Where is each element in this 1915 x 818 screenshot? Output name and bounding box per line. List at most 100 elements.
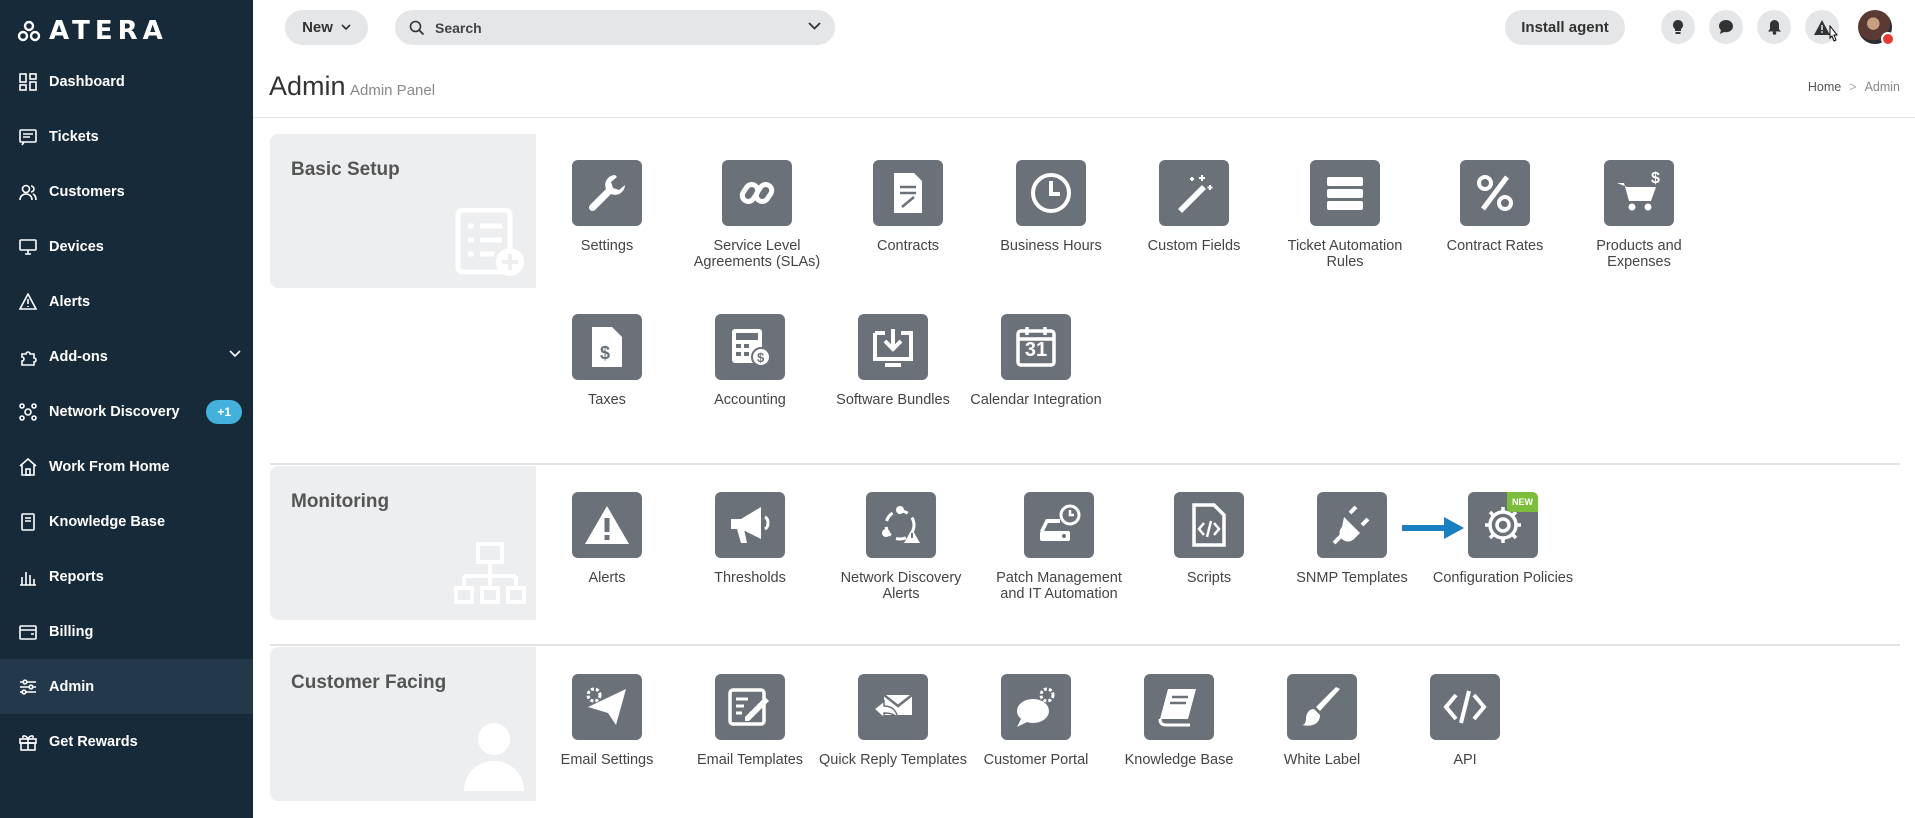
search-placeholder: Search bbox=[435, 19, 482, 36]
breadcrumb-home[interactable]: Home bbox=[1808, 80, 1841, 94]
sidebar-item-devices[interactable]: Devices bbox=[0, 219, 253, 274]
tile-label: Patch Management and IT Automation bbox=[996, 570, 1122, 602]
install-agent-button[interactable]: Install agent bbox=[1505, 10, 1625, 45]
sidebar-item-tickets[interactable]: Tickets bbox=[0, 109, 253, 164]
chat-icon[interactable] bbox=[1709, 10, 1743, 44]
billing-icon bbox=[18, 622, 38, 642]
tile-email-settings[interactable]: Email Settings bbox=[532, 674, 682, 768]
user-silhouette-icon bbox=[464, 723, 524, 791]
tile-ticket-automation-rules[interactable]: Ticket Automation Rules bbox=[1270, 160, 1420, 270]
sidebar-item-reports[interactable]: Reports bbox=[0, 549, 253, 604]
calendar-icon: 31 bbox=[1001, 314, 1071, 380]
tile-taxes[interactable]: $ Taxes bbox=[532, 314, 682, 408]
tile-calendar-integration[interactable]: 31 Calendar Integration bbox=[961, 314, 1111, 408]
clock-icon bbox=[1016, 160, 1086, 226]
sidebar-item-admin[interactable]: Admin bbox=[0, 659, 253, 714]
tile-label: White Label bbox=[1283, 752, 1361, 768]
tile-contracts[interactable]: Contracts bbox=[833, 160, 983, 254]
tile-custom-fields[interactable]: Custom Fields bbox=[1119, 160, 1269, 254]
sidebar-item-label: Reports bbox=[49, 568, 104, 585]
tile-accounting[interactable]: $ Accounting bbox=[675, 314, 825, 408]
sidebar-item-work-from-home[interactable]: Work From Home bbox=[0, 439, 253, 494]
section-title: Monitoring bbox=[291, 491, 390, 512]
tile-slas[interactable]: Service Level Agreements (SLAs) bbox=[682, 160, 832, 270]
section-title: Customer Facing bbox=[291, 672, 447, 693]
sidebar-item-billing[interactable]: Billing bbox=[0, 604, 253, 659]
megaphone-icon bbox=[715, 492, 785, 558]
avatar[interactable] bbox=[1858, 10, 1895, 46]
chevron-down-icon[interactable] bbox=[808, 22, 821, 31]
svg-text:$: $ bbox=[1651, 171, 1660, 187]
chevron-down-icon[interactable] bbox=[229, 350, 241, 358]
link-icon bbox=[722, 160, 792, 226]
tile-label: Network Discovery Alerts bbox=[840, 570, 962, 602]
tile-label: Products and Expenses bbox=[1596, 238, 1682, 270]
section-basic-setup: Basic Setup bbox=[270, 134, 536, 288]
brand-name: ATERA bbox=[49, 16, 168, 46]
tile-white-label[interactable]: White Label bbox=[1247, 674, 1397, 768]
sidebar-item-alerts[interactable]: Alerts bbox=[0, 274, 253, 329]
sidebar-item-label: Customers bbox=[49, 183, 125, 200]
atera-logo[interactable]: ATERA bbox=[17, 16, 168, 46]
reports-icon bbox=[18, 567, 38, 587]
sidebar-item-label: Get Rewards bbox=[49, 733, 138, 750]
calculator-icon: $ bbox=[715, 314, 785, 380]
sidebar-item-get-rewards[interactable]: Get Rewards bbox=[0, 714, 253, 769]
tile-label: Quick Reply Templates bbox=[818, 752, 968, 768]
calendar-day: 31 bbox=[1024, 339, 1048, 361]
tile-customer-portal[interactable]: Customer Portal bbox=[961, 674, 1111, 768]
home-icon bbox=[18, 457, 38, 477]
sidebar-item-knowledge-base[interactable]: Knowledge Base bbox=[0, 494, 253, 549]
tile-contract-rates[interactable]: Contract Rates bbox=[1420, 160, 1570, 254]
svg-text:$: $ bbox=[600, 343, 610, 363]
tile-label: Customer Portal bbox=[983, 752, 1089, 768]
sidebar-item-label: Network Discovery bbox=[49, 403, 180, 420]
tile-products-and-expenses[interactable]: $ Products and Expenses bbox=[1564, 160, 1714, 270]
section-monitoring: Monitoring bbox=[270, 466, 536, 620]
tile-thresholds[interactable]: Thresholds bbox=[675, 492, 825, 586]
patch-drive-icon bbox=[1024, 492, 1094, 558]
tile-quick-reply-templates[interactable]: Quick Reply Templates bbox=[818, 674, 968, 768]
breadcrumb: Home > Admin bbox=[1808, 80, 1900, 94]
server-rules-icon bbox=[1310, 160, 1380, 226]
sidebar-item-dashboard[interactable]: Dashboard bbox=[0, 54, 253, 109]
divider bbox=[270, 644, 1900, 646]
sidebar-item-customers[interactable]: Customers bbox=[0, 164, 253, 219]
tax-file-icon: $ bbox=[572, 314, 642, 380]
sidebar-item-network-discovery[interactable]: Network Discovery +1 bbox=[0, 384, 253, 439]
sidebar-item-label: Add-ons bbox=[49, 348, 108, 365]
sidebar-item-label: Alerts bbox=[49, 293, 91, 310]
tile-knowledge-base[interactable]: Knowledge Base bbox=[1104, 674, 1254, 768]
tile-configuration-policies[interactable]: NEW Configuration Policies bbox=[1428, 492, 1578, 586]
bell-icon[interactable] bbox=[1757, 10, 1791, 44]
tile-alerts[interactable]: Alerts bbox=[532, 492, 682, 586]
sidebar-item-addons[interactable]: Add-ons bbox=[0, 329, 253, 384]
lightbulb-icon[interactable] bbox=[1661, 10, 1695, 44]
tile-patch-management[interactable]: Patch Management and IT Automation bbox=[984, 492, 1134, 602]
tile-api[interactable]: API bbox=[1390, 674, 1540, 768]
customers-icon bbox=[18, 182, 38, 202]
admin-icon bbox=[18, 677, 38, 697]
search-input[interactable]: Search bbox=[395, 10, 835, 45]
tile-email-templates[interactable]: Email Templates bbox=[675, 674, 825, 768]
tile-network-discovery-alerts[interactable]: Network Discovery Alerts bbox=[826, 492, 976, 602]
sidebar-item-label: Knowledge Base bbox=[49, 513, 166, 530]
brush-icon bbox=[1287, 674, 1357, 740]
portal-chat-icon bbox=[1001, 674, 1071, 740]
book-icon bbox=[1144, 674, 1214, 740]
tile-scripts[interactable]: Scripts bbox=[1134, 492, 1284, 586]
tile-label: Software Bundles bbox=[836, 392, 950, 408]
sidebar-nav: Dashboard Tickets Customers Devices Aler… bbox=[0, 54, 253, 769]
tile-settings[interactable]: Settings bbox=[532, 160, 682, 254]
addons-icon bbox=[18, 347, 38, 367]
percent-icon bbox=[1460, 160, 1530, 226]
tile-software-bundles[interactable]: Software Bundles bbox=[818, 314, 968, 408]
tile-label: Alerts bbox=[588, 570, 626, 586]
breadcrumb-separator: > bbox=[1849, 80, 1857, 94]
network-alert-icon bbox=[866, 492, 936, 558]
new-button[interactable]: New bbox=[285, 10, 368, 45]
network-diagram-icon bbox=[454, 542, 526, 604]
gear-icon: NEW bbox=[1468, 492, 1538, 558]
tile-business-hours[interactable]: Business Hours bbox=[976, 160, 1126, 254]
tile-label: Service Level Agreements (SLAs) bbox=[693, 238, 821, 270]
